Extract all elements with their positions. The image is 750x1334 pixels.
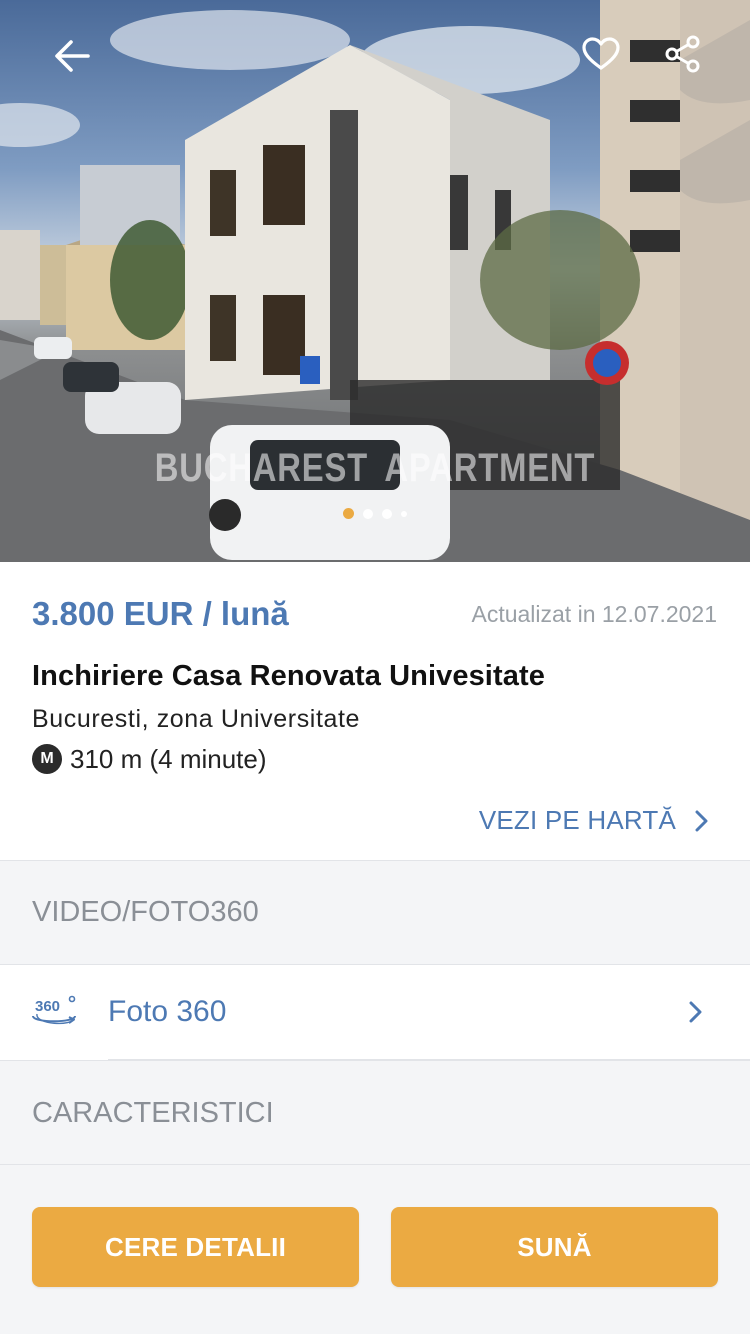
carousel-dots bbox=[0, 508, 750, 519]
carousel-dot[interactable] bbox=[363, 508, 373, 519]
call-label: SUNĂ bbox=[517, 1231, 592, 1262]
chevron-right-icon bbox=[689, 1001, 702, 1023]
metro-icon: M bbox=[32, 744, 62, 774]
metro-distance-text: 310 m (4 minute) bbox=[70, 743, 267, 774]
media-section-header: VIDEO/FOTO360 bbox=[0, 862, 750, 964]
features-section-title: CARACTERISTICI bbox=[32, 1097, 274, 1129]
updated-date: Actualizat in 12.07.2021 bbox=[471, 601, 717, 627]
foto-360-row[interactable]: 360 Foto 360 bbox=[0, 964, 750, 1060]
carousel-dot[interactable] bbox=[343, 508, 354, 519]
carousel-dot[interactable] bbox=[401, 510, 407, 517]
metro-distance: M 310 m (4 minute) bbox=[32, 743, 267, 775]
foto-360-label: Foto 360 bbox=[108, 995, 227, 1028]
back-button[interactable] bbox=[40, 24, 104, 88]
share-button[interactable] bbox=[651, 22, 715, 86]
media-section-title: VIDEO/FOTO360 bbox=[32, 896, 259, 928]
heart-icon bbox=[582, 37, 620, 70]
view-on-map-link[interactable]: VEZI PE HARTĂ bbox=[479, 805, 708, 836]
bottom-action-bar: CERE DETALII SUNĂ bbox=[0, 1164, 750, 1334]
listing-location: Bucuresti, zona Universitate bbox=[32, 705, 361, 733]
svg-text:360: 360 bbox=[35, 998, 60, 1015]
carousel-dot[interactable] bbox=[382, 508, 392, 519]
360-view-icon: 360 bbox=[32, 995, 76, 1025]
request-details-label: CERE DETALII bbox=[104, 1231, 287, 1262]
view-on-map-label: VEZI PE HARTĂ bbox=[478, 805, 676, 835]
share-icon bbox=[665, 35, 700, 73]
call-button[interactable]: SUNĂ bbox=[391, 1207, 718, 1287]
chevron-right-icon bbox=[695, 810, 708, 831]
listing-title: Inchiriere Casa Renovata Univesitate bbox=[32, 660, 545, 692]
watermark: BUCHAREST APARTMENT bbox=[155, 440, 595, 496]
features-section-header: CARACTERISTICI bbox=[0, 1060, 750, 1164]
listing-photo-carousel[interactable]: BUCHAREST APARTMENT bbox=[0, 0, 750, 562]
favorite-button[interactable] bbox=[569, 22, 633, 86]
listing-info-card: 3.800 EUR / lună Actualizat in 12.07.202… bbox=[0, 562, 750, 861]
watermark-right-text: APARTMENT bbox=[384, 445, 596, 490]
request-details-button[interactable]: CERE DETALII bbox=[32, 1207, 359, 1287]
arrow-left-icon bbox=[55, 40, 90, 72]
listing-price: 3.800 EUR / lună bbox=[32, 595, 289, 632]
watermark-left-text: BUCHAREST bbox=[154, 445, 369, 490]
